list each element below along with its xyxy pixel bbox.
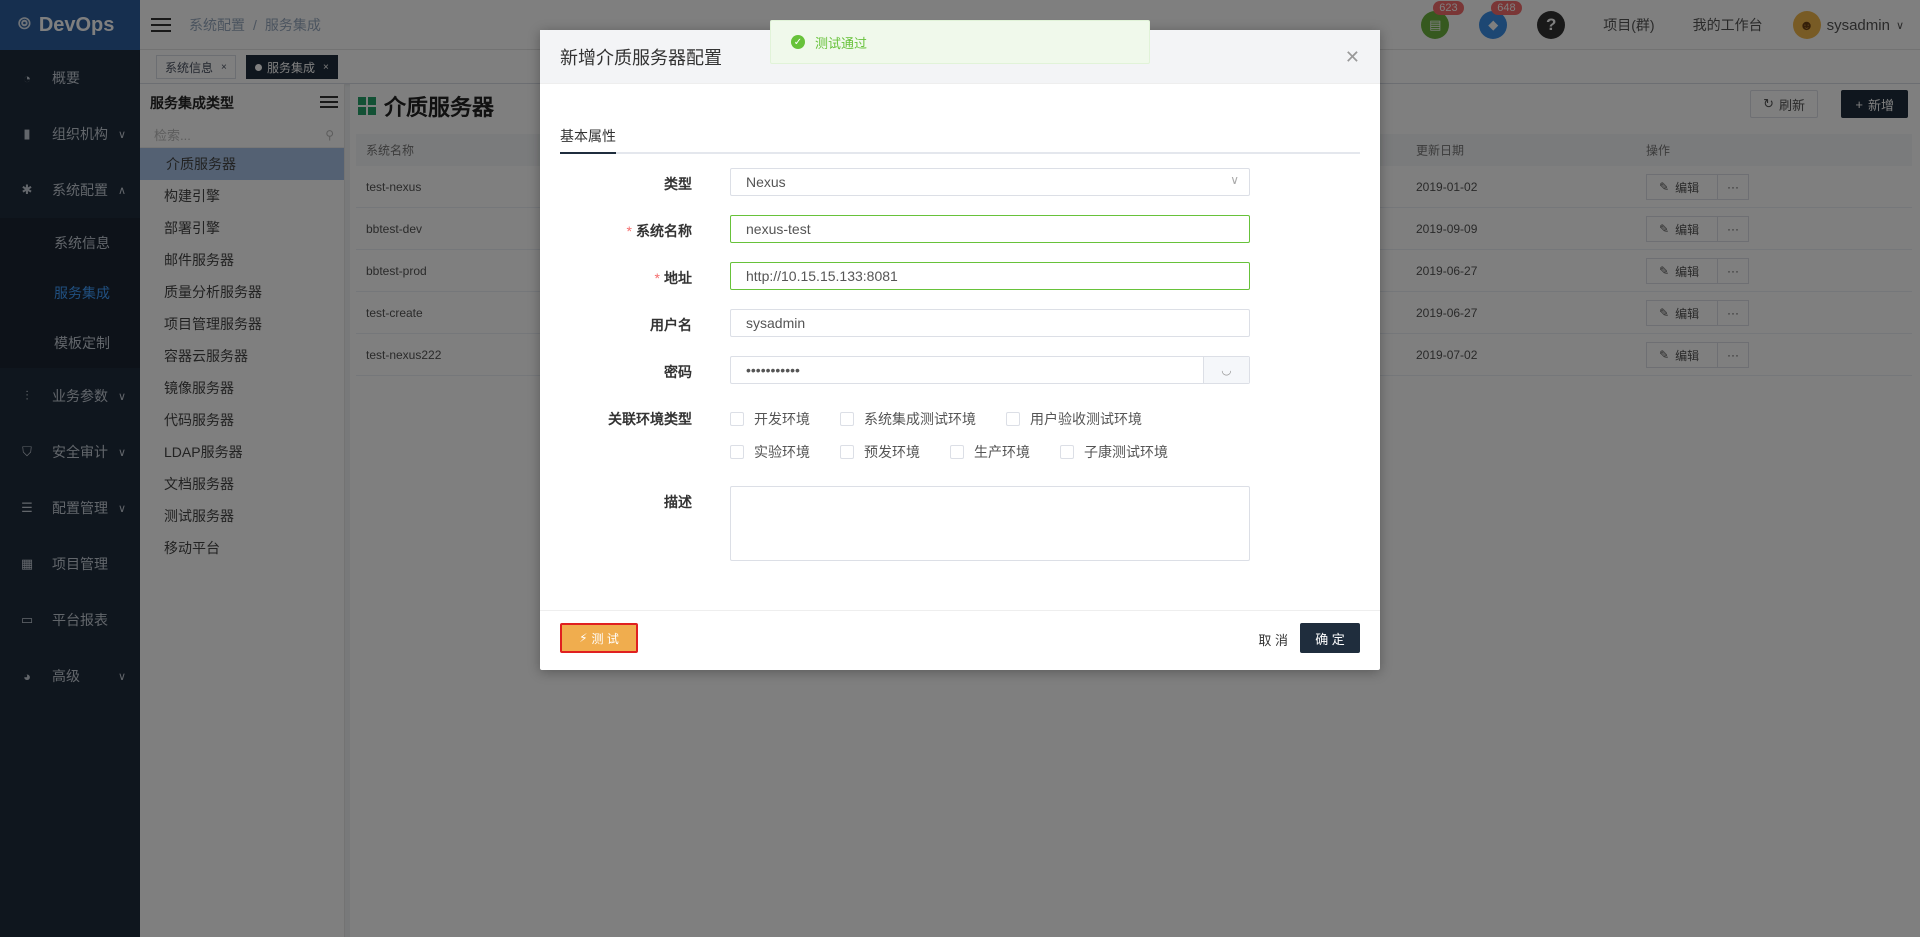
required-mark: *: [626, 223, 632, 239]
check-circle-icon: ✓: [791, 35, 805, 49]
name-row: * 系统名称 nexus-test: [560, 215, 1360, 243]
env-option-label: 子康测试环境: [1084, 444, 1168, 460]
type-select[interactable]: Nexus ∨: [730, 168, 1250, 196]
password-value: •••••••••••: [746, 362, 800, 378]
username-value: sysadmin: [746, 315, 806, 331]
checkbox-icon: [730, 412, 744, 426]
env-checkbox[interactable]: 子康测试环境: [1060, 442, 1168, 462]
dialog-title: 新增介质服务器配置: [560, 47, 722, 68]
address-label-text: 地址: [664, 270, 692, 286]
env-option-label: 开发环境: [754, 411, 810, 427]
chevron-down-icon: ∨: [1230, 173, 1239, 187]
env-checkbox[interactable]: 预发环境: [840, 442, 920, 462]
checkbox-icon: [730, 445, 744, 459]
username-input[interactable]: sysadmin: [730, 309, 1250, 337]
test-icon: ⚡: [579, 631, 588, 645]
checkbox-icon: [840, 445, 854, 459]
env-option-label: 生产环境: [974, 444, 1030, 460]
checkbox-icon: [950, 445, 964, 459]
env-label: 关联环境类型: [608, 411, 692, 427]
env-option-label: 实验环境: [754, 444, 810, 460]
env-option-label: 用户验收测试环境: [1030, 411, 1142, 427]
eye-icon[interactable]: ◡: [1203, 357, 1249, 383]
type-row: 类型 Nexus ∨: [560, 168, 1360, 196]
description-textarea[interactable]: [730, 486, 1250, 561]
test-label: 测 试: [591, 631, 619, 646]
close-icon[interactable]: ✕: [1345, 47, 1360, 68]
address-value: http://10.15.15.133:8081: [746, 268, 898, 284]
password-input[interactable]: ••••••••••• ◡: [730, 356, 1250, 384]
toast-message: 测试通过: [815, 35, 868, 51]
env-checkbox[interactable]: 开发环境: [730, 409, 810, 429]
dialog-tabs: 基本属性: [560, 122, 1360, 154]
name-label-text: 系统名称: [636, 223, 692, 239]
env-checkbox[interactable]: 用户验收测试环境: [1006, 409, 1142, 429]
username-label: 用户名: [650, 317, 692, 333]
checkbox-icon: [1060, 445, 1074, 459]
required-mark: *: [654, 270, 660, 286]
test-button[interactable]: ⚡ 测 试: [560, 623, 638, 653]
password-row: 密码 ••••••••••• ◡: [560, 356, 1360, 384]
success-toast: ✓ 测试通过: [770, 20, 1150, 64]
name-label: * 系统名称: [627, 221, 692, 241]
address-row: * 地址 http://10.15.15.133:8081: [560, 262, 1360, 290]
type-label: 类型: [664, 176, 692, 192]
dialog-footer: ⚡ 测 试 取 消 确 定: [540, 610, 1380, 670]
system-name-input[interactable]: nexus-test: [730, 215, 1250, 243]
env-row: 关联环境类型 开发环境 系统集成测试环境 用户验收测试环境 实验环境 预发环境 …: [560, 403, 1360, 460]
confirm-button[interactable]: 确 定: [1300, 623, 1360, 653]
username-row: 用户名 sysadmin: [560, 309, 1360, 337]
description-label: 描述: [664, 494, 692, 510]
checkbox-icon: [840, 412, 854, 426]
address-input[interactable]: http://10.15.15.133:8081: [730, 262, 1250, 290]
env-checkbox[interactable]: 实验环境: [730, 442, 810, 462]
env-option-label: 系统集成测试环境: [864, 411, 976, 427]
checkbox-icon: [1006, 412, 1020, 426]
password-label: 密码: [664, 364, 692, 380]
address-label: * 地址: [655, 268, 692, 288]
env-option-label: 预发环境: [864, 444, 920, 460]
description-row: 描述: [560, 486, 1360, 562]
env-checkbox[interactable]: 生产环境: [950, 442, 1030, 462]
env-checkbox[interactable]: 系统集成测试环境: [840, 409, 976, 429]
tab-basic-properties[interactable]: 基本属性: [560, 122, 616, 154]
system-name-value: nexus-test: [746, 221, 811, 237]
type-value: Nexus: [746, 174, 786, 190]
add-media-server-dialog: 新增介质服务器配置 ✕ 基本属性 类型 Nexus ∨ * 系统名称 nexus-…: [540, 30, 1380, 670]
cancel-button[interactable]: 取 消: [1258, 625, 1288, 653]
